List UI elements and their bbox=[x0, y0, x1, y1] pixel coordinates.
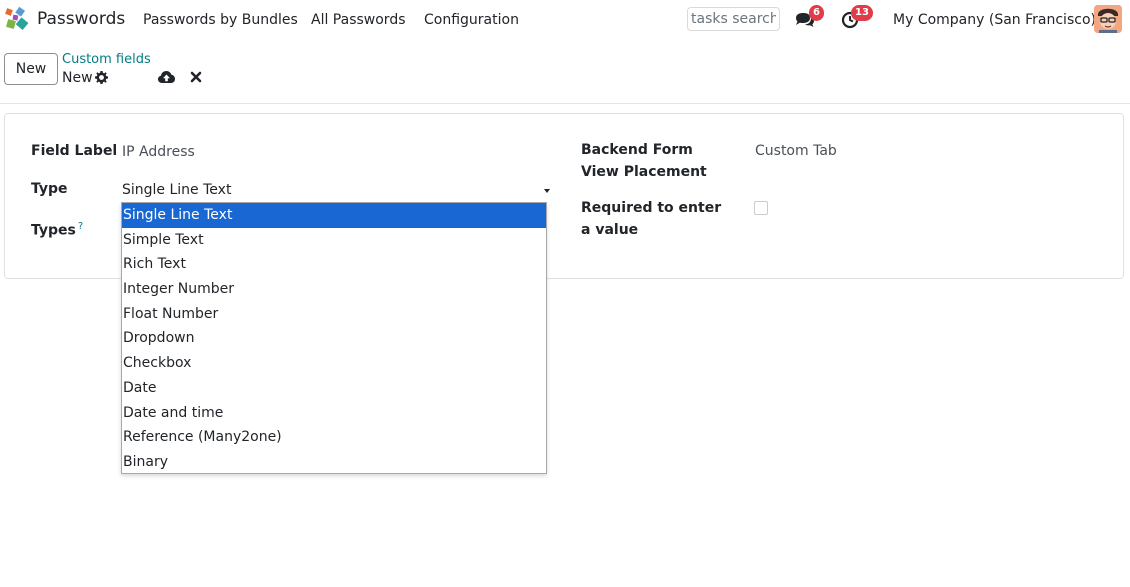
menu-configuration[interactable]: Configuration bbox=[424, 12, 519, 28]
types-label-text: Types bbox=[31, 222, 76, 239]
placement-label: Backend Form View Placement bbox=[581, 142, 707, 180]
type-select[interactable]: Single Line Text bbox=[122, 180, 550, 202]
company-switcher[interactable]: My Company (San Francisco) bbox=[893, 12, 1096, 28]
required-label: Required to enter a value bbox=[581, 200, 722, 238]
top-navbar: Passwords Passwords by Bundles All Passw… bbox=[0, 0, 1130, 40]
dropdown-option[interactable]: Float Number bbox=[122, 302, 546, 327]
type-dropdown-list: Single Line Text Simple Text Rich Text Inte… bbox=[121, 202, 547, 474]
dropdown-option[interactable]: Checkbox bbox=[122, 351, 546, 376]
avatar-icon bbox=[1094, 5, 1122, 33]
types-label: Types? bbox=[31, 216, 83, 242]
new-button[interactable]: New bbox=[4, 53, 58, 85]
dropdown-option[interactable]: Integer Number bbox=[122, 277, 546, 302]
save-cloud-icon[interactable] bbox=[158, 70, 175, 84]
user-avatar[interactable] bbox=[1094, 5, 1122, 33]
gear-icon[interactable] bbox=[95, 71, 108, 84]
dropdown-option[interactable]: Rich Text bbox=[122, 252, 546, 277]
field-label-input[interactable]: IP Address bbox=[122, 144, 195, 160]
app-name[interactable]: Passwords bbox=[37, 9, 125, 29]
field-label-label: Field Label bbox=[31, 143, 118, 159]
dropdown-option[interactable]: Date bbox=[122, 376, 546, 401]
dropdown-option[interactable]: Binary bbox=[122, 450, 546, 475]
activities-count-badge: 13 bbox=[851, 5, 873, 21]
app-logo-icon[interactable] bbox=[4, 7, 30, 33]
required-checkbox[interactable] bbox=[754, 201, 768, 215]
tasks-search-input[interactable] bbox=[687, 7, 780, 31]
type-select-value: Single Line Text bbox=[122, 182, 232, 198]
dropdown-option[interactable]: Simple Text bbox=[122, 228, 546, 253]
dropdown-option[interactable]: Date and time bbox=[122, 401, 546, 426]
control-panel-divider bbox=[0, 103, 1130, 104]
chevron-down-icon bbox=[544, 189, 550, 193]
placement-value[interactable]: Custom Tab bbox=[755, 143, 837, 159]
discard-close-icon[interactable] bbox=[190, 70, 202, 84]
messages-count-badge: 6 bbox=[809, 5, 824, 21]
record-name: New bbox=[62, 70, 93, 86]
menu-all-passwords[interactable]: All Passwords bbox=[311, 12, 406, 28]
dropdown-option[interactable]: Reference (Many2one) bbox=[122, 425, 546, 450]
breadcrumb-custom-fields[interactable]: Custom fields bbox=[62, 52, 151, 67]
types-help-tooltip[interactable]: ? bbox=[78, 221, 83, 232]
dropdown-option[interactable]: Dropdown bbox=[122, 326, 546, 351]
dropdown-option[interactable]: Single Line Text bbox=[122, 203, 546, 228]
menu-passwords-by-bundles[interactable]: Passwords by Bundles bbox=[143, 12, 298, 28]
type-label: Type bbox=[31, 181, 68, 197]
